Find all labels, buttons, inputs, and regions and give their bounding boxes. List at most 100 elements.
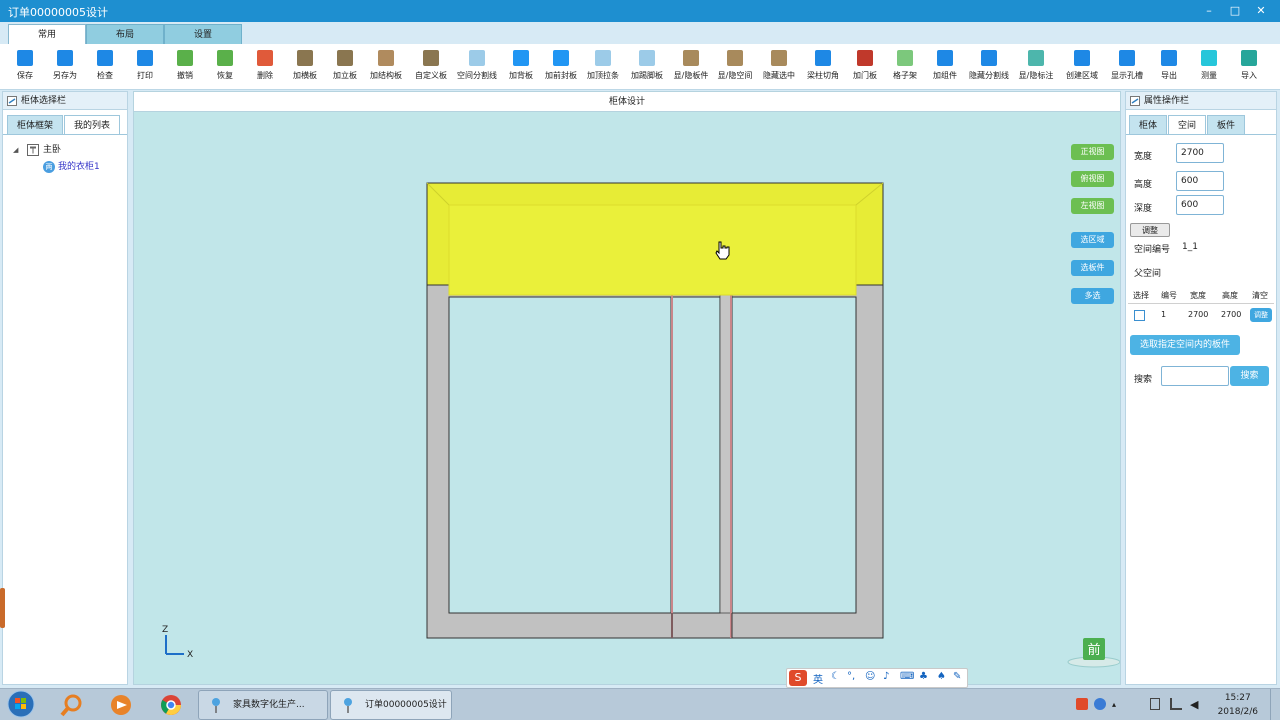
chrome-icon[interactable] — [155, 693, 187, 717]
left-compartment[interactable] — [448, 296, 672, 614]
table-header: 选择 编号 宽度 高度 清空 — [1128, 287, 1274, 303]
toolbar-button-print[interactable]: 打印 — [126, 48, 164, 88]
toolbar-button-structure-board[interactable]: 加结构板 — [366, 48, 406, 88]
ime-toolbar[interactable]: S 英 ☾ °, ☺ ♪ ⌨ ♣ ♠ ✎ — [786, 668, 968, 688]
toolbar-button-grid-rack[interactable]: 格子架 — [886, 48, 924, 88]
depth-field[interactable]: 600 — [1176, 195, 1224, 215]
minimize-button[interactable]: – — [1196, 0, 1222, 22]
device-tray-icon[interactable] — [1150, 698, 1160, 710]
volume-tray-icon[interactable]: ◀ — [1190, 698, 1198, 711]
check-icon — [97, 50, 113, 66]
toolbar-button-redo[interactable]: 恢复 — [206, 48, 244, 88]
show-desktop-button[interactable] — [1270, 689, 1280, 720]
toolbar-button-horizontal-board[interactable]: 加横板 — [286, 48, 324, 88]
toolbar-button-door-panel[interactable]: 加门板 — [846, 48, 884, 88]
right-compartment[interactable] — [731, 296, 857, 614]
toolbar-button-kick-board[interactable]: 加踢脚板 — [626, 48, 668, 88]
middle-compartment[interactable] — [671, 296, 721, 614]
hide-divider-icon — [981, 50, 997, 66]
select-boards-in-space-button[interactable]: 选取指定空间内的板件 — [1130, 335, 1240, 355]
tab-common[interactable]: 常用 — [8, 24, 86, 44]
toolbar-button-check[interactable]: 检查 — [86, 48, 124, 88]
system-clock[interactable]: 15:27 2018/2/6 — [1218, 691, 1258, 719]
tab-settings[interactable]: 设置 — [164, 24, 242, 44]
mic-icon[interactable]: ♪ — [883, 671, 889, 682]
height-field[interactable]: 600 — [1176, 171, 1224, 191]
toolbar-button-undo[interactable]: 撤销 — [166, 48, 204, 88]
network-tray-icon[interactable] — [1170, 698, 1182, 710]
toolbar-button-show-holes[interactable]: 显示孔槽 — [1106, 48, 1148, 88]
keyboard-icon[interactable]: ⌨ — [900, 671, 914, 682]
close-button[interactable]: ✕ — [1248, 0, 1274, 22]
toolbar-button-measure[interactable]: 测量 — [1190, 48, 1228, 88]
maximize-button[interactable]: □ — [1222, 0, 1248, 22]
toolbar-button-toggle-board[interactable]: 显/隐板件 — [670, 48, 712, 88]
grid-rack-icon — [897, 50, 913, 66]
search-button[interactable]: 搜索 — [1230, 366, 1269, 386]
width-field[interactable]: 2700 — [1176, 143, 1224, 163]
front-view-button[interactable]: 正视图 — [1071, 144, 1114, 160]
toolbar-button-import[interactable]: 导入 — [1230, 48, 1268, 88]
measure-icon — [1201, 50, 1217, 66]
toolbar-button-beam-cut[interactable]: 梁柱切角 — [802, 48, 844, 88]
search-app-icon[interactable] — [56, 693, 88, 717]
toolbar-button-toggle-space[interactable]: 显/隐空间 — [714, 48, 756, 88]
toolbar-button-export[interactable]: 导出 — [1150, 48, 1188, 88]
search-input[interactable] — [1161, 366, 1229, 386]
tab-cabinet[interactable]: 柜体 — [1129, 115, 1167, 135]
ime-language[interactable]: 英 — [813, 671, 823, 686]
back-board-icon — [513, 50, 529, 66]
toolbar-button-front-seal[interactable]: 加前封板 — [542, 48, 580, 88]
start-button-icon[interactable] — [6, 689, 36, 719]
multi-select-button[interactable]: 多选 — [1071, 288, 1114, 304]
tab-board[interactable]: 板件 — [1207, 115, 1245, 135]
toolbar-button-hide-selected[interactable]: 隐藏选中 — [758, 48, 800, 88]
tab-my-list[interactable]: 我的列表 — [64, 115, 120, 135]
user-icon[interactable]: ♣ — [919, 671, 928, 682]
tab-space[interactable]: 空间 — [1168, 115, 1206, 135]
toolbar-button-save-as[interactable]: 另存为 — [46, 48, 84, 88]
tab-cabinet-frame[interactable]: 柜体框架 — [7, 115, 63, 135]
design-canvas[interactable]: 柜体设计 Z X 前 正视图 俯视图 左视图 选区域 选板件 多选 — [133, 91, 1121, 685]
toolbar-button-back-board[interactable]: 加背板 — [502, 48, 540, 88]
media-app-icon[interactable] — [105, 693, 137, 717]
left-edge-handle[interactable] — [0, 588, 5, 628]
toolbar-button-save[interactable]: 保存 — [6, 48, 44, 88]
partition-right[interactable] — [730, 285, 732, 638]
toolbar-button-toggle-annotation[interactable]: 显/隐标注 — [1014, 48, 1058, 88]
tray-expand-icon[interactable]: ▴ — [1112, 700, 1116, 709]
toolbar-button-hide-divider[interactable]: 隐藏分割线 — [966, 48, 1012, 88]
toolbar-button-label: 检查 — [97, 71, 113, 80]
top-view-button[interactable]: 俯视图 — [1071, 171, 1114, 187]
toolbar-button-delete[interactable]: 删除 — [246, 48, 284, 88]
toolbar-button-custom-board[interactable]: 自定义板 — [410, 48, 452, 88]
toolbar-button-top-strip[interactable]: 加顶拉条 — [582, 48, 624, 88]
front-view-badge[interactable]: 前 — [1067, 638, 1120, 668]
toolbar-button-add-component[interactable]: 加组件 — [926, 48, 964, 88]
ime-tray-icon[interactable] — [1076, 698, 1088, 710]
row-checkbox[interactable] — [1134, 310, 1145, 321]
skin-icon[interactable]: ♠ — [937, 671, 946, 682]
help-tray-icon[interactable] — [1094, 698, 1106, 710]
toolbar-button-vertical-board[interactable]: 加立板 — [326, 48, 364, 88]
row-adjust-button[interactable]: 调整 — [1250, 308, 1272, 322]
select-region-button[interactable]: 选区域 — [1071, 232, 1114, 248]
emoji-icon[interactable]: ☺ — [865, 671, 875, 682]
tab-layout[interactable]: 布局 — [86, 24, 164, 44]
partition-left[interactable] — [671, 285, 673, 638]
taskbar-app-order[interactable]: 订单00000005设计 — [330, 690, 452, 720]
adjust-button[interactable]: 调整 — [1130, 223, 1170, 237]
row-id: 1 — [1161, 310, 1167, 319]
punctuation-icon[interactable]: °, — [847, 671, 855, 682]
moon-icon[interactable]: ☾ — [831, 671, 840, 682]
toolbar-button-space-divider[interactable]: 空间分割线 — [454, 48, 500, 88]
left-view-button[interactable]: 左视图 — [1071, 198, 1114, 214]
cabinet-drawing[interactable]: Z X 前 — [134, 92, 1120, 684]
expand-arrow-icon[interactable]: ◢ — [13, 142, 18, 159]
select-board-button[interactable]: 选板件 — [1071, 260, 1114, 276]
taskbar-app-furniture[interactable]: 家具数字化生产... — [198, 690, 328, 720]
toolbar-button-create-region[interactable]: 创建区域 — [1060, 48, 1104, 88]
table-row[interactable]: 1 2700 2700 调整 — [1128, 303, 1274, 325]
col-height: 高度 — [1222, 291, 1238, 300]
tools-icon[interactable]: ✎ — [953, 671, 961, 682]
